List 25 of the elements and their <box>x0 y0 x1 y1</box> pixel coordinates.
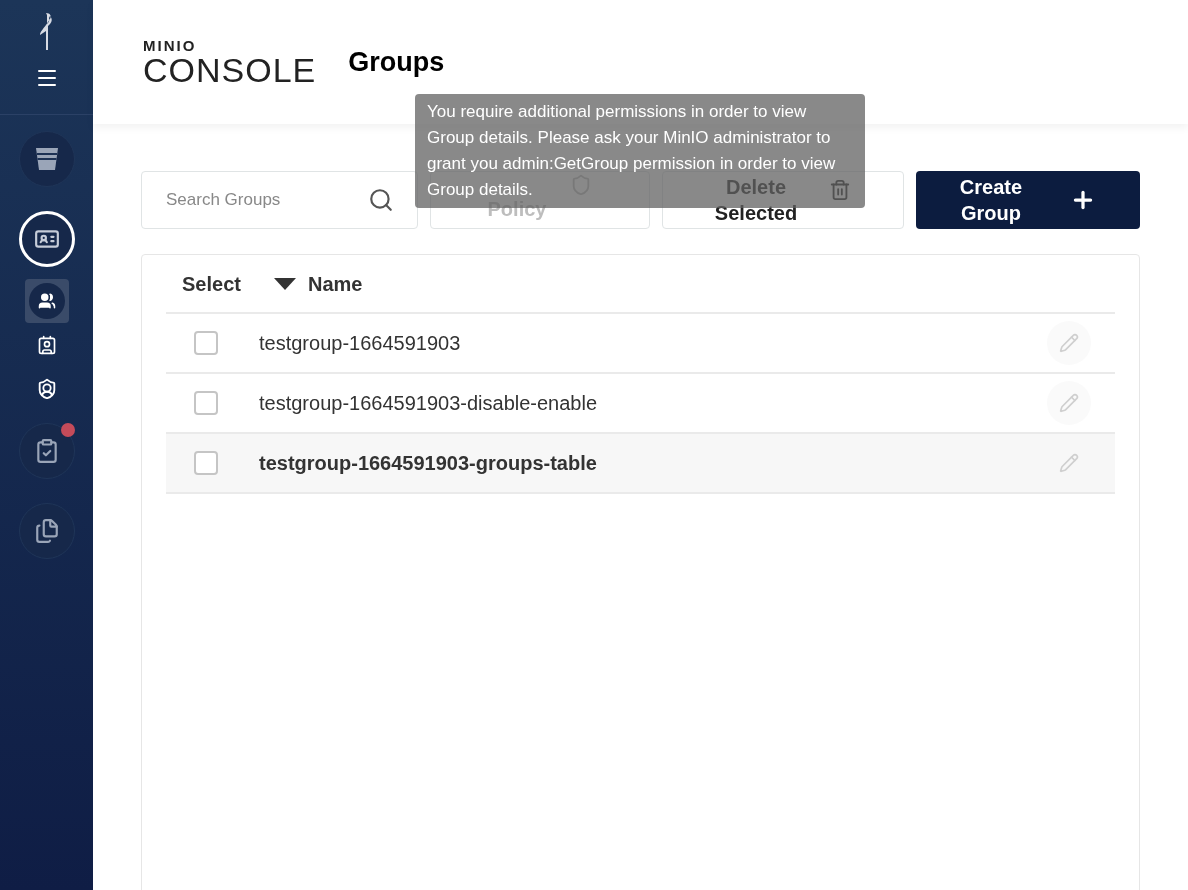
pencil-icon <box>1059 333 1079 353</box>
column-header[interactable]: Name <box>308 268 363 299</box>
user-card-icon <box>36 335 57 355</box>
group-name: testgroup-1664591903-disable-enable <box>259 391 598 416</box>
pencil-icon <box>1059 453 1079 473</box>
row-checkbox[interactable] <box>194 391 218 415</box>
search-icon <box>368 187 394 213</box>
table-row[interactable]: testgroup-1664591903-groups-table <box>166 434 1115 494</box>
row-checkbox[interactable] <box>194 331 218 355</box>
nav-subitem[interactable] <box>24 279 69 323</box>
sort-caret-icon <box>274 277 296 290</box>
users-icon <box>37 292 56 310</box>
page-title: Groups <box>348 45 445 79</box>
group-name: testgroup-1664591903 <box>259 331 461 356</box>
logo-text: MINIO <box>143 37 198 53</box>
bucket-icon <box>34 146 59 172</box>
table-row[interactable]: testgroup-1664591903 <box>166 314 1115 374</box>
row-checkbox[interactable] <box>194 451 218 475</box>
create-group-button[interactable]: Create Group <box>916 171 1140 229</box>
group-name: testgroup-1664591903-groups-table <box>259 451 597 476</box>
pencil-icon <box>1059 393 1079 413</box>
documents-icon <box>33 518 60 544</box>
search-field[interactable]: Search Groups <box>141 171 418 229</box>
column-header[interactable]: Select <box>182 268 274 299</box>
logo-text: CONSOLE <box>143 52 317 87</box>
